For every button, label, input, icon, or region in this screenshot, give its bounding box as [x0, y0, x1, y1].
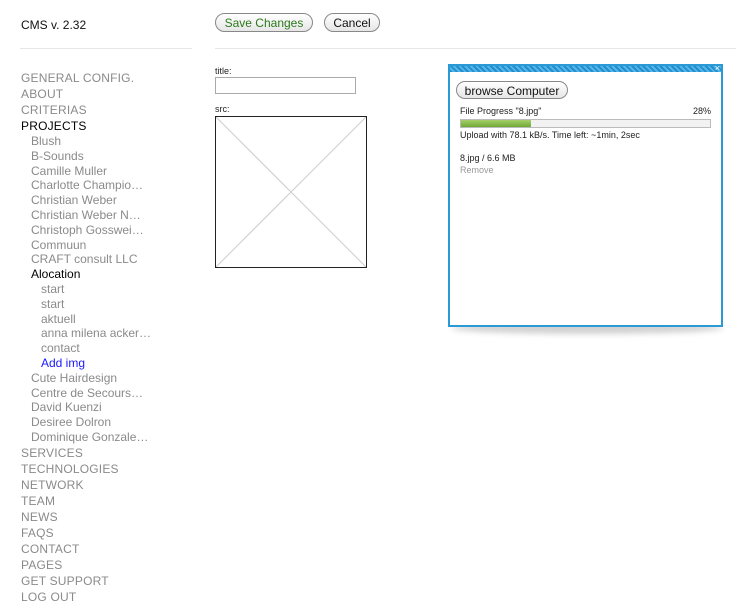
nav-item-criterias[interactable]: CRITERIAS [21, 102, 151, 118]
progress-bar-fill [461, 120, 531, 127]
project-item[interactable]: Desiree Dolron [21, 415, 151, 430]
nav-item-about[interactable]: ABOUT [21, 86, 151, 102]
nav-item-get-support[interactable]: GET SUPPORT [21, 573, 151, 589]
save-changes-button[interactable]: Save Changes [215, 13, 313, 32]
project-subitem[interactable]: anna milena acker… [21, 326, 151, 341]
project-item[interactable]: Commuun [21, 238, 151, 253]
project-item[interactable]: B-Sounds [21, 149, 151, 164]
file-progress-label: File Progress "8.jpg" [460, 106, 542, 116]
nav-item-network[interactable]: NETWORK [21, 477, 151, 493]
nav-item-projects[interactable]: PROJECTS [21, 118, 151, 134]
divider [215, 48, 736, 49]
project-item[interactable]: Centre de Secours… [21, 386, 151, 401]
file-info: 8.jpg / 6.6 MB [460, 153, 516, 163]
project-item-active[interactable]: Alocation [21, 267, 151, 282]
project-subitem[interactable]: contact [21, 341, 151, 356]
project-item[interactable]: Christian Weber [21, 193, 151, 208]
nav-item-general-config[interactable]: GENERAL CONFIG. [21, 70, 151, 86]
cancel-button[interactable]: Cancel [324, 13, 380, 32]
nav-item-services[interactable]: SERVICES [21, 445, 151, 461]
close-icon[interactable]: × [715, 63, 720, 73]
project-subitem[interactable]: start [21, 282, 151, 297]
nav-item-pages[interactable]: PAGES [21, 557, 151, 573]
remove-link[interactable]: Remove [460, 165, 494, 175]
project-item[interactable]: Cute Hairdesign [21, 371, 151, 386]
add-img-link[interactable]: Add img [21, 356, 151, 371]
project-item[interactable]: CRAFT consult LLC [21, 252, 151, 267]
project-item[interactable]: Camille Muller [21, 164, 151, 179]
sidebar-nav: GENERAL CONFIG. ABOUT CRITERIAS PROJECTS… [21, 70, 151, 605]
src-label: src: [215, 104, 230, 114]
project-item[interactable]: Blush [21, 134, 151, 149]
nav-item-faqs[interactable]: FAQS [21, 525, 151, 541]
image-placeholder[interactable] [215, 116, 367, 268]
nav-item-technologies[interactable]: TECHNOLOGIES [21, 461, 151, 477]
nav-item-news[interactable]: NEWS [21, 509, 151, 525]
upload-status: Upload with 78.1 kB/s. Time left: ~1min,… [460, 130, 640, 140]
divider [20, 48, 192, 49]
project-subitem[interactable]: start [21, 297, 151, 312]
empty-image-icon [216, 117, 366, 267]
project-subitem[interactable]: aktuell [21, 312, 151, 327]
browse-computer-button[interactable]: browse Computer [456, 81, 568, 99]
nav-item-log-out[interactable]: LOG OUT [21, 589, 151, 605]
app-title: CMS v. 2.32 [21, 18, 87, 32]
progress-bar [460, 119, 711, 128]
progress-percent: 28% [692, 106, 711, 116]
title-label: title: [215, 66, 232, 76]
title-input[interactable] [215, 77, 356, 94]
project-item[interactable]: David Kuenzi [21, 400, 151, 415]
project-item[interactable]: Christoph Gosswei… [21, 223, 151, 238]
upload-panel: × browse Computer File Progress "8.jpg" … [448, 63, 723, 327]
project-item[interactable]: Dominique Gonzale… [21, 430, 151, 445]
project-item[interactable]: Christian Weber N… [21, 208, 151, 223]
project-item[interactable]: Charlotte Champio… [21, 178, 151, 193]
panel-title-bar[interactable]: × [450, 63, 721, 73]
nav-item-contact[interactable]: CONTACT [21, 541, 151, 557]
nav-item-team[interactable]: TEAM [21, 493, 151, 509]
